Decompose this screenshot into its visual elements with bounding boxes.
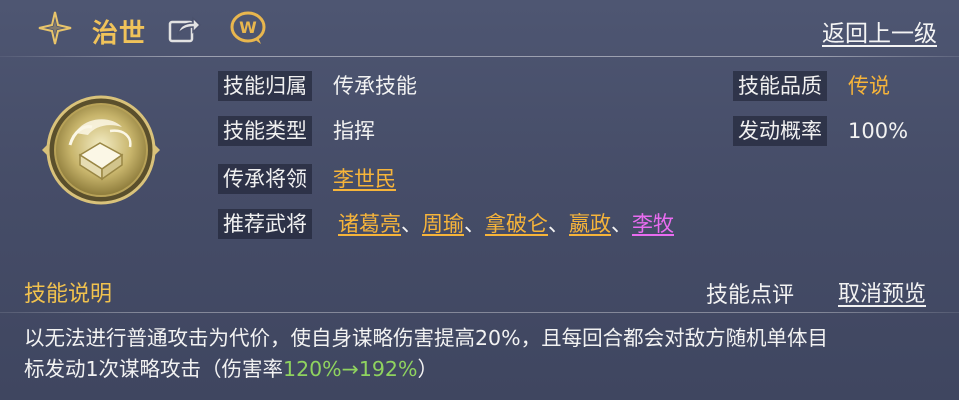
hero-link[interactable]: 李牧 — [632, 212, 674, 236]
hero-link[interactable]: 诸葛亮 — [338, 212, 401, 236]
header-divider — [0, 56, 959, 57]
description-text: 以无法进行普通攻击为代价，使自身谋略伤害提高20%，且每回合都会对敌方随机单体目… — [24, 323, 944, 385]
separator: 、 — [464, 212, 485, 236]
description-title: 技能说明 — [24, 282, 113, 307]
label-inherit-general: 传承将领 — [218, 164, 312, 194]
value-skill-origin: 传承技能 — [333, 74, 417, 98]
label-trigger-rate: 发动概率 — [733, 116, 827, 146]
separator: 、 — [611, 212, 632, 236]
separator: 、 — [401, 212, 422, 236]
skill-emblem-icon — [42, 95, 160, 205]
skill-name: 治世 — [92, 19, 147, 49]
four-point-star-icon — [38, 11, 72, 45]
cancel-preview-button[interactable]: 取消预览 — [838, 276, 926, 308]
share-icon[interactable] — [166, 12, 202, 44]
description-line-2-suffix: ） — [417, 357, 438, 381]
hero-link[interactable]: 拿破仑 — [485, 212, 548, 236]
separator: 、 — [548, 212, 569, 236]
chat-bubble-icon[interactable]: W — [228, 10, 268, 46]
label-skill-quality: 技能品质 — [733, 71, 827, 101]
svg-text:W: W — [239, 18, 257, 37]
value-skill-quality: 传说 — [848, 74, 890, 98]
hero-link[interactable]: 周瑜 — [422, 212, 464, 236]
description-divider — [0, 312, 959, 313]
label-recommended: 推荐武将 — [218, 209, 312, 239]
label-skill-type: 技能类型 — [218, 116, 312, 146]
damage-rate: 120%→192% — [283, 357, 418, 381]
value-trigger-rate: 100% — [848, 119, 909, 143]
description-line-2: 标发动1次谋略攻击（伤害率120%→192%） — [24, 354, 944, 385]
description-line-2-prefix: 标发动1次谋略攻击（伤害率 — [24, 357, 284, 381]
skill-review-button[interactable]: 技能点评 — [706, 277, 794, 309]
description-line-1: 以无法进行普通攻击为代价，使自身谋略伤害提高20%，且每回合都会对敌方随机单体目 — [24, 326, 829, 350]
hero-link[interactable]: 嬴政 — [569, 212, 611, 236]
back-button[interactable]: 返回上一级 — [822, 14, 937, 48]
label-skill-origin: 技能归属 — [218, 71, 312, 101]
value-inherit-general[interactable]: 李世民 — [333, 164, 396, 194]
value-skill-type: 指挥 — [333, 119, 375, 143]
recommended-heroes: 诸葛亮、周瑜、拿破仑、嬴政、李牧 — [338, 209, 674, 239]
